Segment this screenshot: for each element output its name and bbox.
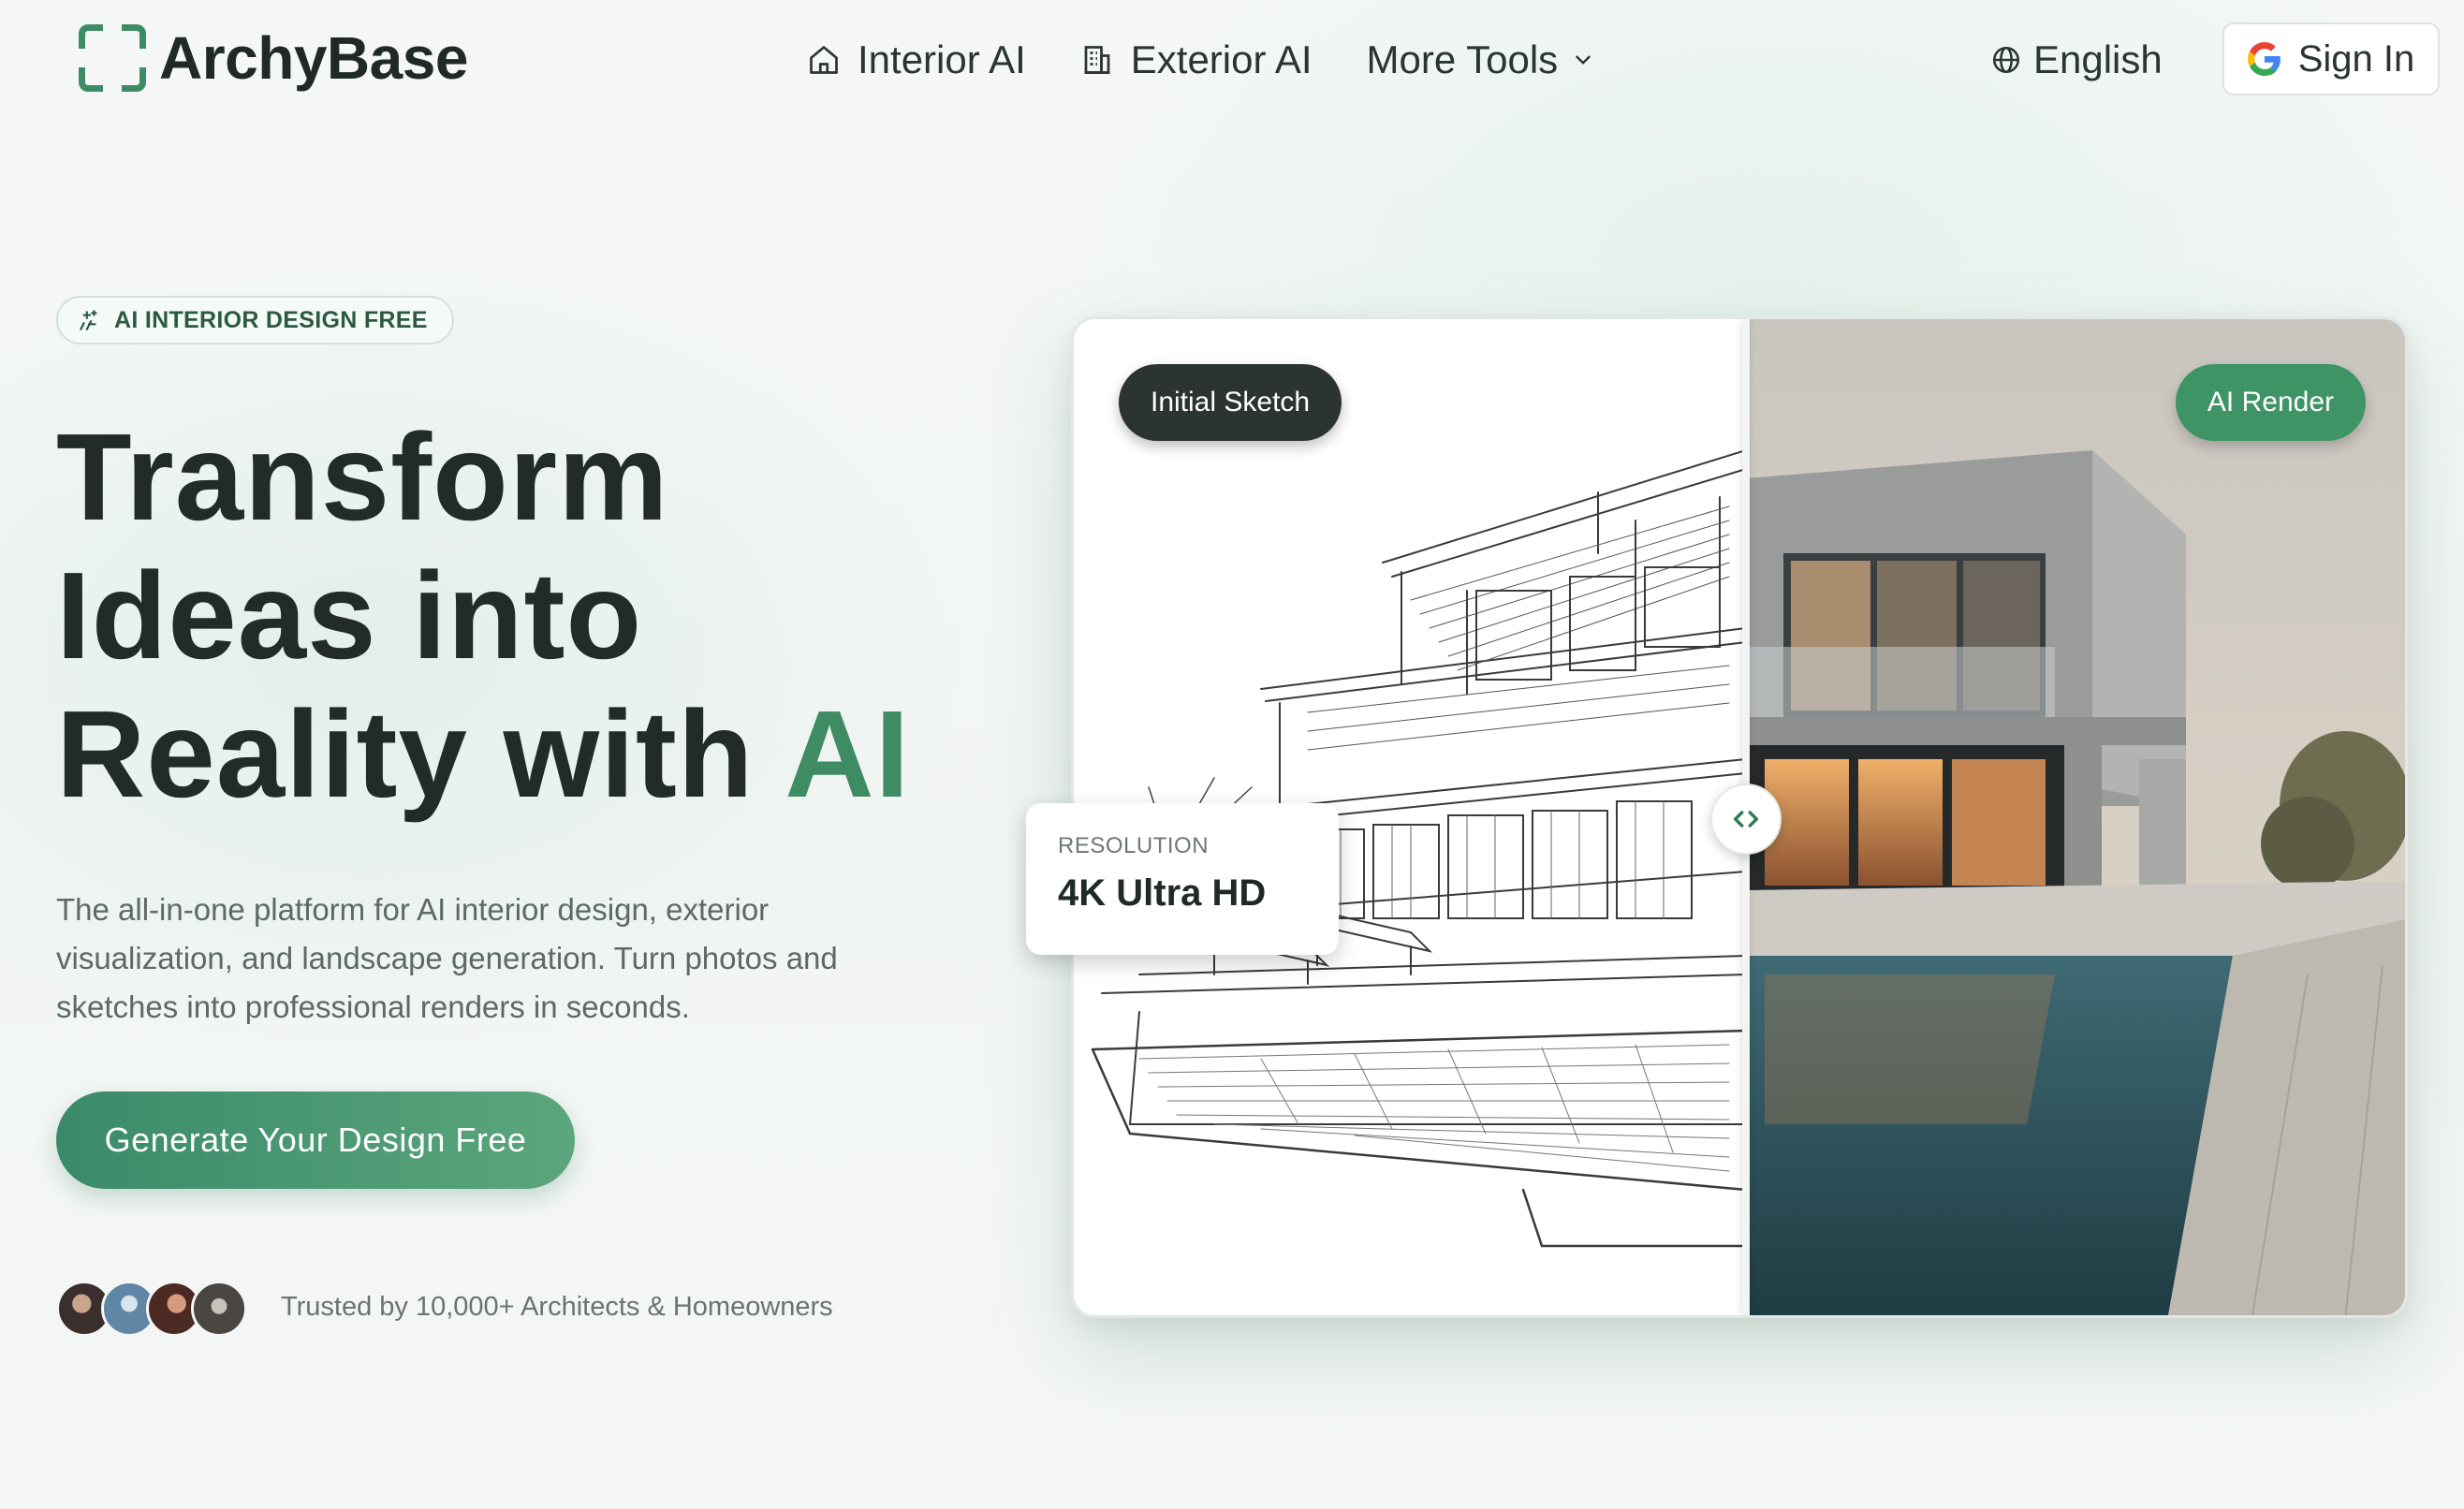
sign-in-label: Sign In xyxy=(2297,37,2415,80)
google-icon xyxy=(2247,42,2281,76)
avatar xyxy=(191,1281,247,1337)
code-arrows-icon xyxy=(1733,811,1759,828)
nav-exterior-ai[interactable]: Exterior AI xyxy=(1080,37,1313,82)
language-selector[interactable]: English xyxy=(1990,28,2163,92)
headline-line-1: Transform xyxy=(56,408,669,546)
headline-line-3-text: Reality with xyxy=(56,685,785,823)
home-icon xyxy=(810,46,838,74)
hero-headline: Transform Ideas into Reality with AI xyxy=(56,408,992,824)
nav-more-tools[interactable]: More Tools xyxy=(1367,37,1596,82)
top-navbar: ArchyBase Interior AI Exterior AI More T… xyxy=(0,0,2464,122)
feature-badge: AI INTERIOR DESIGN FREE xyxy=(56,296,454,344)
headline-accent: AI xyxy=(785,685,911,823)
trusted-text: Trusted by 10,000+ Architects & Homeowne… xyxy=(281,1292,833,1322)
user-avatars xyxy=(56,1281,247,1337)
generate-design-button[interactable]: Generate Your Design Free xyxy=(56,1091,575,1189)
sign-in-button[interactable]: Sign In xyxy=(2222,22,2440,95)
nav-exterior-ai-label: Exterior AI xyxy=(1130,37,1313,81)
nav-interior-ai[interactable]: Interior AI xyxy=(807,37,1026,82)
headline-line-2: Ideas into xyxy=(56,547,643,684)
headline-line-3: Reality with AI xyxy=(56,685,992,824)
sparkle-icon xyxy=(80,310,97,330)
globe-icon xyxy=(1992,46,2020,74)
initial-sketch-label: Initial Sketch xyxy=(1119,364,1342,441)
nav-more-tools-label: More Tools xyxy=(1366,37,1559,81)
chevron-down-icon xyxy=(1576,55,1591,65)
render-image: AI Render xyxy=(1746,319,2405,1315)
ai-render-label: AI Render xyxy=(2175,364,2366,441)
logo-mark-icon xyxy=(77,22,148,94)
nav-interior-ai-label: Interior AI xyxy=(858,37,1026,81)
building-icon xyxy=(1084,46,1110,74)
resolution-label: RESOLUTION xyxy=(1058,833,1210,858)
feature-badge-label: AI INTERIOR DESIGN FREE xyxy=(114,306,428,333)
brand-logo[interactable]: ArchyBase xyxy=(77,22,468,94)
hero-description: The all-in-one platform for AI interior … xyxy=(56,892,838,1024)
resolution-value: 4K Ultra HD xyxy=(1058,872,1267,914)
comparison-slider-handle[interactable] xyxy=(1710,784,1782,855)
main-nav: Interior AI Exterior AI More Tools xyxy=(807,28,1650,92)
resolution-card: RESOLUTION 4K Ultra HD xyxy=(1026,803,1339,955)
brand-name: ArchyBase xyxy=(159,24,468,92)
language-label: English xyxy=(2033,37,2163,81)
